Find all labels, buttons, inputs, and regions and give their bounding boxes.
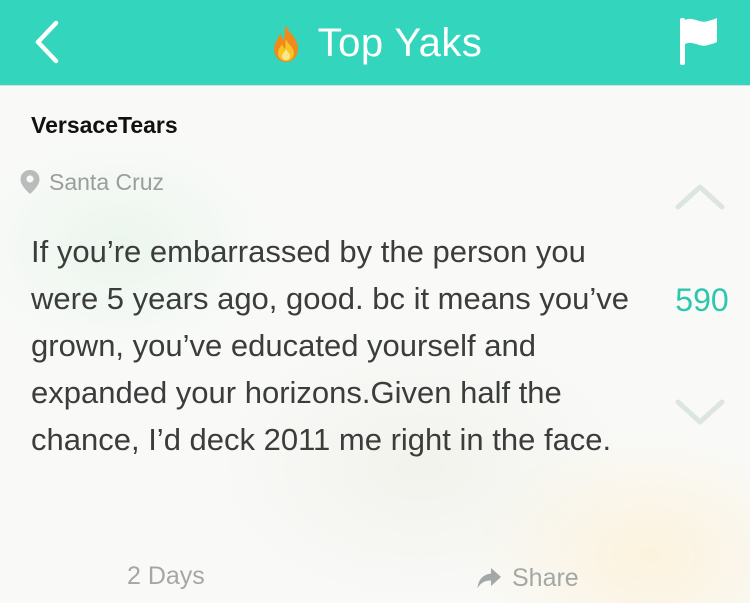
map-pin-icon	[20, 170, 40, 194]
downvote-button[interactable]	[670, 393, 730, 433]
top-bar: Top Yaks	[0, 0, 750, 86]
post-body: If you’re embarrassed by the person you …	[31, 234, 629, 457]
post-location: Santa Cruz	[19, 167, 164, 197]
post-author: VersaceTears	[31, 112, 178, 138]
report-button[interactable]	[672, 12, 724, 70]
fire-icon	[273, 25, 298, 62]
upvote-button[interactable]	[670, 176, 730, 216]
post-timestamp: 2 Days	[127, 562, 205, 590]
chevron-down-icon	[675, 399, 725, 425]
title-group: Top Yaks	[0, 0, 750, 86]
location-label: Santa Cruz	[49, 168, 165, 195]
page-title: Top Yaks	[317, 20, 483, 65]
share-button[interactable]: Share	[476, 560, 579, 596]
flag-icon	[680, 18, 717, 65]
vote-score: 590	[675, 282, 729, 318]
share-label: Share	[512, 563, 579, 592]
share-arrow-icon	[477, 568, 501, 588]
chevron-up-icon	[675, 184, 725, 210]
